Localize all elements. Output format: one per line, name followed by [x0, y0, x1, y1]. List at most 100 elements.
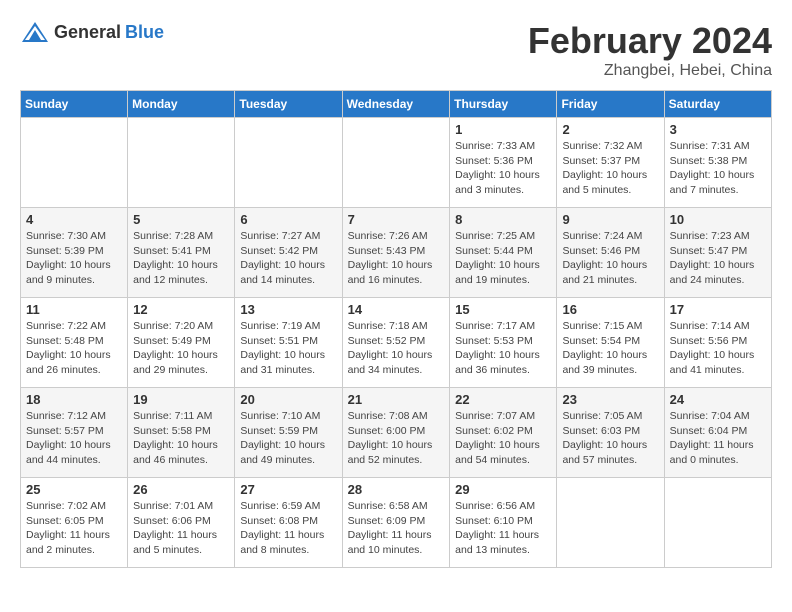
day-info: Sunrise: 7:05 AMSunset: 6:03 PMDaylight:…	[562, 409, 658, 468]
day-number: 13	[240, 302, 336, 317]
day-info: Sunrise: 7:31 AMSunset: 5:38 PMDaylight:…	[670, 139, 766, 198]
day-info: Sunrise: 7:32 AMSunset: 5:37 PMDaylight:…	[562, 139, 658, 198]
day-number: 18	[26, 392, 122, 407]
calendar-table: SundayMondayTuesdayWednesdayThursdayFrid…	[20, 90, 772, 568]
calendar-header: SundayMondayTuesdayWednesdayThursdayFrid…	[21, 91, 772, 118]
calendar-cell	[128, 118, 235, 208]
day-info: Sunrise: 7:25 AMSunset: 5:44 PMDaylight:…	[455, 229, 551, 288]
calendar-cell: 14Sunrise: 7:18 AMSunset: 5:52 PMDayligh…	[342, 298, 450, 388]
day-number: 5	[133, 212, 229, 227]
calendar-cell: 24 Sunrise: 7:04 AMSunset: 6:04 PMDayligh…	[664, 388, 771, 478]
day-number: 6	[240, 212, 336, 227]
calendar-cell: 11Sunrise: 7:22 AMSunset: 5:48 PMDayligh…	[21, 298, 128, 388]
weekday-header: Saturday	[664, 91, 771, 118]
calendar-cell: 3Sunrise: 7:31 AMSunset: 5:38 PMDaylight…	[664, 118, 771, 208]
calendar-cell: 8 Sunrise: 7:25 AMSunset: 5:44 PMDaylight…	[450, 208, 557, 298]
day-info: Sunrise: 7:02 AMSunset: 6:05 PMDaylight:…	[26, 499, 122, 558]
calendar-cell: 4 Sunrise: 7:30 AMSunset: 5:39 PMDaylight…	[21, 208, 128, 298]
logo-icon	[20, 20, 50, 44]
day-number: 9	[562, 212, 658, 227]
day-number: 27	[240, 482, 336, 497]
calendar-cell: 20 Sunrise: 7:10 AMSunset: 5:59 PMDayligh…	[235, 388, 342, 478]
day-info: Sunrise: 7:28 AMSunset: 5:41 PMDaylight:…	[133, 229, 229, 288]
day-number: 8	[455, 212, 551, 227]
calendar-body: 1Sunrise: 7:33 AMSunset: 5:36 PMDaylight…	[21, 118, 772, 568]
calendar-cell: 17 Sunrise: 7:14 AMSunset: 5:56 PMDayligh…	[664, 298, 771, 388]
day-number: 19	[133, 392, 229, 407]
location-title: Zhangbei, Hebei, China	[528, 62, 772, 80]
day-info: Sunrise: 7:17 AMSunset: 5:53 PMDaylight:…	[455, 319, 551, 378]
day-info: Sunrise: 7:04 AMSunset: 6:04 PMDaylight:…	[670, 409, 766, 468]
day-number: 17	[670, 302, 766, 317]
day-number: 4	[26, 212, 122, 227]
day-number: 2	[562, 122, 658, 137]
calendar-week-row: 18 Sunrise: 7:12 AMSunset: 5:57 PMDayligh…	[21, 388, 772, 478]
day-info: Sunrise: 7:33 AMSunset: 5:36 PMDaylight:…	[455, 139, 551, 198]
calendar-week-row: 25 Sunrise: 7:02 AMSunset: 6:05 PMDayligh…	[21, 478, 772, 568]
day-info: Sunrise: 7:14 AMSunset: 5:56 PMDaylight:…	[670, 319, 766, 378]
calendar-week-row: 1Sunrise: 7:33 AMSunset: 5:36 PMDaylight…	[21, 118, 772, 208]
day-info: Sunrise: 7:27 AMSunset: 5:42 PMDaylight:…	[240, 229, 336, 288]
calendar-cell: 15 Sunrise: 7:17 AMSunset: 5:53 PMDayligh…	[450, 298, 557, 388]
day-info: Sunrise: 7:11 AMSunset: 5:58 PMDaylight:…	[133, 409, 229, 468]
calendar-cell: 7 Sunrise: 7:26 AMSunset: 5:43 PMDaylight…	[342, 208, 450, 298]
weekday-header: Thursday	[450, 91, 557, 118]
calendar-cell: 9 Sunrise: 7:24 AMSunset: 5:46 PMDaylight…	[557, 208, 664, 298]
calendar-cell: 25 Sunrise: 7:02 AMSunset: 6:05 PMDayligh…	[21, 478, 128, 568]
weekday-header: Sunday	[21, 91, 128, 118]
weekday-header: Wednesday	[342, 91, 450, 118]
day-info: Sunrise: 7:01 AMSunset: 6:06 PMDaylight:…	[133, 499, 229, 558]
day-number: 11	[26, 302, 122, 317]
day-number: 24	[670, 392, 766, 407]
day-info: Sunrise: 7:12 AMSunset: 5:57 PMDaylight:…	[26, 409, 122, 468]
calendar-cell: 16 Sunrise: 7:15 AMSunset: 5:54 PMDayligh…	[557, 298, 664, 388]
weekday-header: Tuesday	[235, 91, 342, 118]
calendar-cell: 1Sunrise: 7:33 AMSunset: 5:36 PMDaylight…	[450, 118, 557, 208]
day-info: Sunrise: 7:23 AMSunset: 5:47 PMDaylight:…	[670, 229, 766, 288]
day-info: Sunrise: 6:59 AMSunset: 6:08 PMDaylight:…	[240, 499, 336, 558]
day-number: 15	[455, 302, 551, 317]
day-info: Sunrise: 6:58 AMSunset: 6:09 PMDaylight:…	[348, 499, 445, 558]
calendar-cell: 12 Sunrise: 7:20 AMSunset: 5:49 PMDayligh…	[128, 298, 235, 388]
day-info: Sunrise: 7:26 AMSunset: 5:43 PMDaylight:…	[348, 229, 445, 288]
day-info: Sunrise: 7:15 AMSunset: 5:54 PMDaylight:…	[562, 319, 658, 378]
day-info: Sunrise: 7:30 AMSunset: 5:39 PMDaylight:…	[26, 229, 122, 288]
calendar-week-row: 4 Sunrise: 7:30 AMSunset: 5:39 PMDaylight…	[21, 208, 772, 298]
day-info: Sunrise: 6:56 AMSunset: 6:10 PMDaylight:…	[455, 499, 551, 558]
calendar-cell: 19 Sunrise: 7:11 AMSunset: 5:58 PMDayligh…	[128, 388, 235, 478]
calendar-cell	[342, 118, 450, 208]
day-number: 26	[133, 482, 229, 497]
day-number: 10	[670, 212, 766, 227]
month-title: February 2024	[528, 20, 772, 62]
calendar-cell: 22Sunrise: 7:07 AMSunset: 6:02 PMDayligh…	[450, 388, 557, 478]
day-info: Sunrise: 7:20 AMSunset: 5:49 PMDaylight:…	[133, 319, 229, 378]
calendar-cell: 27 Sunrise: 6:59 AMSunset: 6:08 PMDayligh…	[235, 478, 342, 568]
title-block: February 2024 Zhangbei, Hebei, China	[528, 20, 772, 80]
day-number: 21	[348, 392, 445, 407]
day-info: Sunrise: 7:10 AMSunset: 5:59 PMDaylight:…	[240, 409, 336, 468]
day-info: Sunrise: 7:07 AMSunset: 6:02 PMDaylight:…	[455, 409, 551, 468]
calendar-cell	[664, 478, 771, 568]
page-header: General Blue February 2024 Zhangbei, Heb…	[20, 20, 772, 80]
calendar-week-row: 11Sunrise: 7:22 AMSunset: 5:48 PMDayligh…	[21, 298, 772, 388]
day-number: 12	[133, 302, 229, 317]
day-number: 16	[562, 302, 658, 317]
calendar-cell: 29 Sunrise: 6:56 AMSunset: 6:10 PMDayligh…	[450, 478, 557, 568]
day-number: 20	[240, 392, 336, 407]
day-info: Sunrise: 7:18 AMSunset: 5:52 PMDaylight:…	[348, 319, 445, 378]
day-number: 29	[455, 482, 551, 497]
logo: General Blue	[20, 20, 164, 44]
calendar-cell: 13Sunrise: 7:19 AMSunset: 5:51 PMDayligh…	[235, 298, 342, 388]
day-number: 25	[26, 482, 122, 497]
weekday-header: Monday	[128, 91, 235, 118]
calendar-cell: 23Sunrise: 7:05 AMSunset: 6:03 PMDayligh…	[557, 388, 664, 478]
day-info: Sunrise: 7:24 AMSunset: 5:46 PMDaylight:…	[562, 229, 658, 288]
day-info: Sunrise: 7:08 AMSunset: 6:00 PMDaylight:…	[348, 409, 445, 468]
calendar-cell: 18 Sunrise: 7:12 AMSunset: 5:57 PMDayligh…	[21, 388, 128, 478]
day-number: 28	[348, 482, 445, 497]
calendar-cell: 2 Sunrise: 7:32 AMSunset: 5:37 PMDaylight…	[557, 118, 664, 208]
day-number: 7	[348, 212, 445, 227]
calendar-cell: 6 Sunrise: 7:27 AMSunset: 5:42 PMDaylight…	[235, 208, 342, 298]
calendar-cell	[557, 478, 664, 568]
logo-blue-text: Blue	[125, 22, 164, 43]
